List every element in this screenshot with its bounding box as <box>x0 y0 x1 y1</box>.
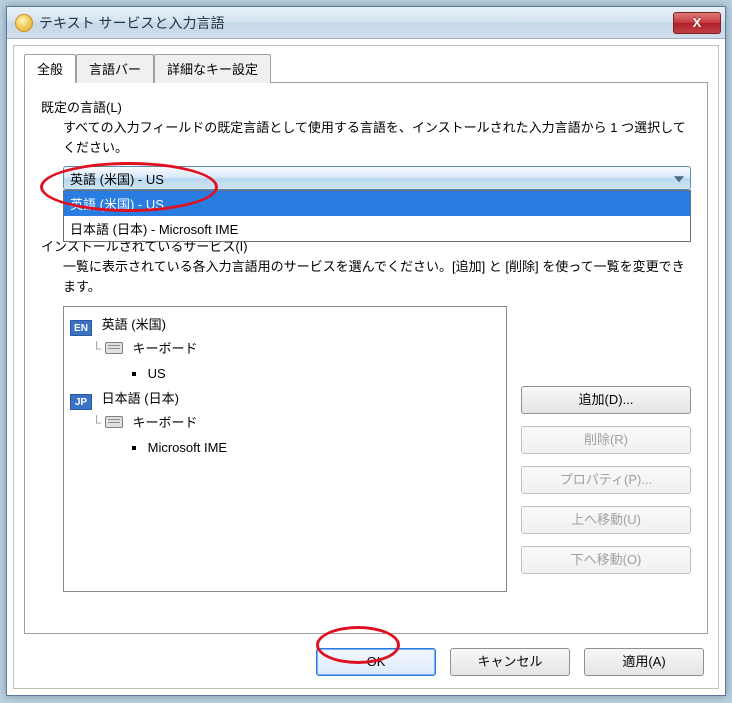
app-icon <box>15 14 33 32</box>
keyboard-icon <box>105 416 123 428</box>
apply-button[interactable]: 適用(A) <box>584 648 704 676</box>
window-title: テキスト サービスと入力言語 <box>39 13 673 33</box>
close-button[interactable]: X <box>673 12 721 34</box>
tab-general[interactable]: 全般 <box>24 54 76 83</box>
dialog-footer: OK キャンセル 適用(A) <box>24 634 708 678</box>
default-lang-label: 既定の言語(L) <box>41 97 691 116</box>
lang-badge-jp: JP <box>70 394 92 410</box>
bullet-icon <box>132 446 136 450</box>
keyboard-icon <box>105 342 123 354</box>
ok-button[interactable]: OK <box>316 648 436 676</box>
properties-button: プロパティ(P)... <box>521 466 691 494</box>
default-lang-combo[interactable]: 英語 (米国) - US <box>63 166 691 190</box>
dialog-window: テキスト サービスと入力言語 X 全般 言語バー 詳細なキー設定 既定の言語(L… <box>6 6 726 696</box>
move-down-button: 下へ移動(O) <box>521 546 691 574</box>
tree-lang-jp[interactable]: 日本語 (日本) <box>102 391 179 406</box>
tab-panel: 既定の言語(L) すべての入力フィールドの既定言語として使用する言語を、インスト… <box>24 82 708 634</box>
combo-option-en[interactable]: 英語 (米国) - US <box>64 191 690 216</box>
services-desc: 一覧に表示されている各入力言語用のサービスを選んでください。[追加] と [削除… <box>63 257 691 297</box>
tab-key-settings[interactable]: 詳細なキー設定 <box>154 54 271 83</box>
move-up-button: 上へ移動(U) <box>521 506 691 534</box>
tree-layout-ime[interactable]: Microsoft IME <box>148 440 227 455</box>
default-lang-dropdown: 英語 (米国) - US 日本語 (日本) - Microsoft IME <box>63 190 691 242</box>
service-buttons: 追加(D)... 削除(R) プロパティ(P)... 上へ移動(U) 下へ移動(… <box>521 306 691 592</box>
tree-layout-us[interactable]: US <box>148 366 166 381</box>
default-lang-desc: すべての入力フィールドの既定言語として使用する言語を、インストールされた入力言語… <box>63 118 691 158</box>
cancel-button[interactable]: キャンセル <box>450 648 570 676</box>
chevron-down-icon <box>674 176 684 182</box>
services-tree[interactable]: EN 英語 (米国) └ キーボード US JP 日本語 (日本) <box>63 306 507 592</box>
tab-language-bar[interactable]: 言語バー <box>76 54 154 83</box>
titlebar: テキスト サービスと入力言語 X <box>7 7 725 39</box>
lang-badge-en: EN <box>70 320 92 336</box>
tree-lang-en[interactable]: 英語 (米国) <box>102 317 166 332</box>
tree-kb-en[interactable]: キーボード <box>132 341 197 356</box>
combo-option-jp[interactable]: 日本語 (日本) - Microsoft IME <box>64 216 690 241</box>
default-lang-selected: 英語 (米国) - US <box>70 169 164 188</box>
bullet-icon <box>132 372 136 376</box>
client-area: 全般 言語バー 詳細なキー設定 既定の言語(L) すべての入力フィールドの既定言… <box>13 45 719 689</box>
remove-button: 削除(R) <box>521 426 691 454</box>
tree-kb-jp[interactable]: キーボード <box>132 415 197 430</box>
tab-strip: 全般 言語バー 詳細なキー設定 <box>24 54 708 83</box>
add-button[interactable]: 追加(D)... <box>521 386 691 414</box>
